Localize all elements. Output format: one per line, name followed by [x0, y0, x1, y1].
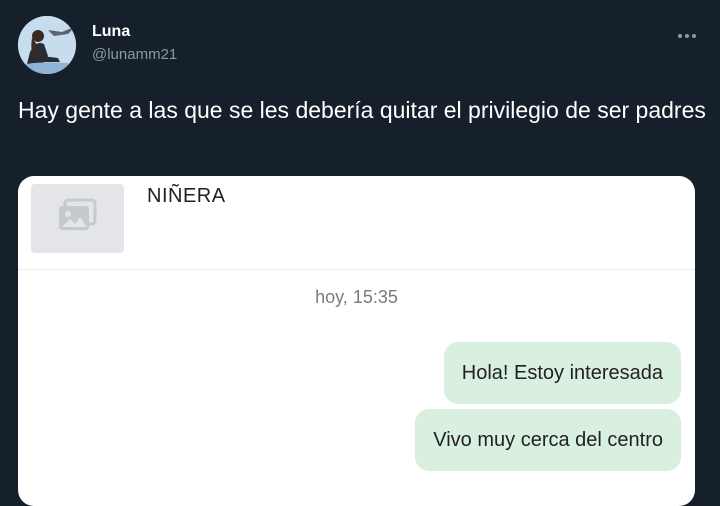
user-handle[interactable]: @lunamm21 [92, 45, 177, 65]
display-name[interactable]: Luna [92, 22, 177, 42]
tweet-text: Hay gente a las que se les debería quita… [18, 97, 706, 123]
chat-header: NIÑERA [18, 176, 695, 270]
avatar[interactable] [18, 16, 76, 74]
contact-photo [31, 184, 124, 253]
more-options-button[interactable] [672, 18, 702, 48]
tweet-header: Luna @lunamm21 [18, 16, 702, 76]
tweet-media-image[interactable]: NIÑERA hoy, 15:35 Hola! Estoy interesada… [18, 176, 695, 506]
message-bubble: Vivo muy cerca del centro [415, 409, 681, 471]
contact-name: NIÑERA [147, 185, 226, 207]
more-horizontal-icon [677, 23, 697, 44]
author-info: Luna @lunamm21 [92, 22, 177, 65]
image-placeholder-icon [57, 198, 99, 239]
chat-timestamp: hoy, 15:35 [315, 287, 398, 307]
message-bubble: Hola! Estoy interesada [443, 342, 681, 404]
